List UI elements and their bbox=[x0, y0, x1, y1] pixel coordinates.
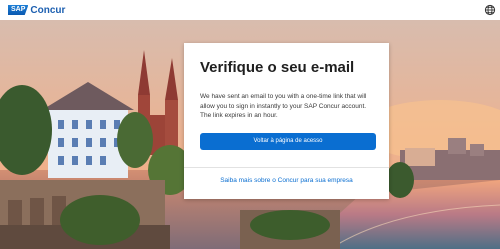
verify-email-card: Verifique o seu e-mail We have sent an e… bbox=[184, 43, 389, 199]
globe-icon[interactable] bbox=[484, 4, 496, 16]
page-title: Verifique o seu e-mail bbox=[200, 59, 355, 76]
sap-logo-mark: SAP bbox=[8, 5, 29, 15]
back-to-login-button[interactable]: Voltar à página de acesso bbox=[200, 132, 376, 150]
top-bar: SAP Concur bbox=[0, 0, 500, 20]
info-message: We have sent an email to you with a one-… bbox=[200, 93, 367, 119]
divider bbox=[184, 167, 389, 168]
product-name: Concur bbox=[30, 4, 66, 16]
sap-concur-logo[interactable]: SAP Concur bbox=[8, 5, 65, 16]
learn-more-link[interactable]: Saiba mais sobre o Concur para sua empre… bbox=[184, 177, 389, 184]
